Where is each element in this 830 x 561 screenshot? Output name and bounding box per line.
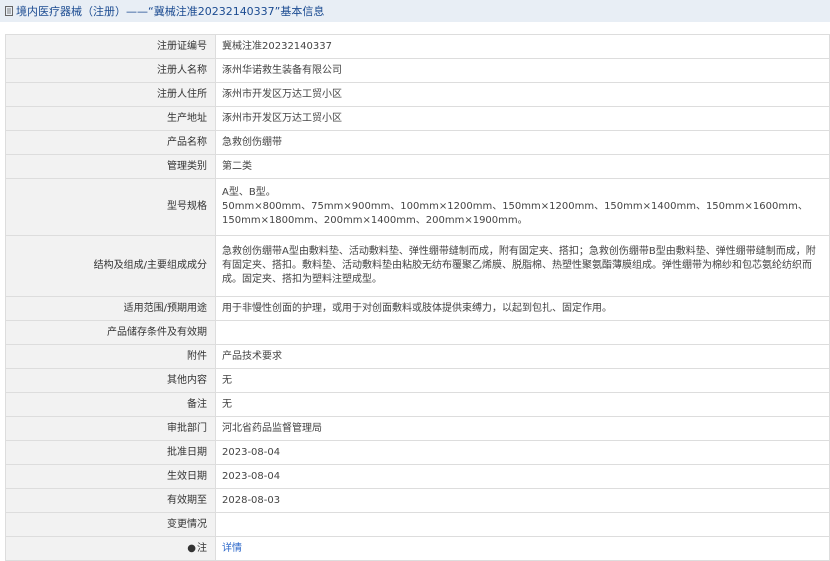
row-value: 急救创伤绷带	[215, 130, 830, 155]
table-row: 型号规格 A型、B型。 50mm×800mm、75mm×900mm、100mm×…	[5, 178, 830, 236]
page-title: 境内医疗器械（注册）——“冀械注准20232140337”基本信息	[16, 5, 325, 18]
table-row: 生产地址 涿州市开发区万达工贸小区	[5, 106, 830, 131]
row-label: 注册人住所	[5, 82, 216, 107]
row-value: A型、B型。 50mm×800mm、75mm×900mm、100mm×1200m…	[215, 178, 830, 236]
row-label: 备注	[5, 392, 216, 417]
table-row: 批准日期 2023-08-04	[5, 440, 830, 465]
row-label: 结构及组成/主要组成成分	[5, 235, 216, 297]
page-header: 境内医疗器械（注册）——“冀械注准20232140337”基本信息	[0, 0, 830, 22]
row-value: 2023-08-04	[215, 440, 830, 465]
table-row: 管理类别 第二类	[5, 154, 830, 179]
row-label: 有效期至	[5, 488, 216, 513]
row-value: 冀械注准20232140337	[215, 34, 830, 59]
table-row: 备注 无	[5, 392, 830, 417]
table-row: 注册人名称 涿州华诺救生装备有限公司	[5, 58, 830, 83]
row-label: 产品名称	[5, 130, 216, 155]
table-row: 其他内容 无	[5, 368, 830, 393]
row-label: 其他内容	[5, 368, 216, 393]
row-label: 适用范围/预期用途	[5, 296, 216, 321]
row-label: 附件	[5, 344, 216, 369]
row-value: 无	[215, 392, 830, 417]
table-row: 生效日期 2023-08-04	[5, 464, 830, 489]
row-label: 产品储存条件及有效期	[5, 320, 216, 345]
row-label: 审批部门	[5, 416, 216, 441]
document-icon	[5, 6, 13, 16]
pin-icon: ●	[187, 542, 196, 554]
row-value: 涿州华诺救生装备有限公司	[215, 58, 830, 83]
table-row: 产品名称 急救创伤绷带	[5, 130, 830, 155]
info-table-container: 注册证编号 冀械注准20232140337 注册人名称 涿州华诺救生装备有限公司…	[5, 34, 830, 561]
row-value: 涿州市开发区万达工贸小区	[215, 82, 830, 107]
note-label: 注	[197, 542, 207, 554]
row-label: 生产地址	[5, 106, 216, 131]
table-row: 附件 产品技术要求	[5, 344, 830, 369]
row-value: 产品技术要求	[215, 344, 830, 369]
row-value: 第二类	[215, 154, 830, 179]
table-row: 注册证编号 冀械注准20232140337	[5, 34, 830, 59]
row-value: 涿州市开发区万达工贸小区	[215, 106, 830, 131]
row-value: 用于非慢性创面的护理，或用于对创面敷料或肢体提供束缚力，以起到包扎、固定作用。	[215, 296, 830, 321]
row-label: 管理类别	[5, 154, 216, 179]
table-row: 注册人住所 涿州市开发区万达工贸小区	[5, 82, 830, 107]
row-label: 批准日期	[5, 440, 216, 465]
row-label: 注册人名称	[5, 58, 216, 83]
row-label: 变更情况	[5, 512, 216, 537]
row-label: ●注	[5, 536, 216, 561]
row-value: 2028-08-03	[215, 488, 830, 513]
table-row: 产品储存条件及有效期	[5, 320, 830, 345]
row-value: 无	[215, 368, 830, 393]
row-label: 生效日期	[5, 464, 216, 489]
row-value: 河北省药品监督管理局	[215, 416, 830, 441]
row-value: 详情	[215, 536, 830, 561]
table-row: 有效期至 2028-08-03	[5, 488, 830, 513]
table-row: ●注 详情	[5, 536, 830, 561]
info-table: 注册证编号 冀械注准20232140337 注册人名称 涿州华诺救生装备有限公司…	[5, 34, 830, 561]
table-row: 变更情况	[5, 512, 830, 537]
row-value	[215, 512, 830, 537]
row-value: 急救创伤绷带A型由敷料垫、活动敷料垫、弹性绷带缝制而成，附有固定夹、搭扣；急救创…	[215, 235, 830, 297]
table-row: 结构及组成/主要组成成分 急救创伤绷带A型由敷料垫、活动敷料垫、弹性绷带缝制而成…	[5, 235, 830, 297]
row-label: 注册证编号	[5, 34, 216, 59]
table-row: 审批部门 河北省药品监督管理局	[5, 416, 830, 441]
table-row: 适用范围/预期用途 用于非慢性创面的护理，或用于对创面敷料或肢体提供束缚力，以起…	[5, 296, 830, 321]
row-value: 2023-08-04	[215, 464, 830, 489]
row-value	[215, 320, 830, 345]
row-label: 型号规格	[5, 178, 216, 236]
details-link[interactable]: 详情	[222, 543, 242, 554]
